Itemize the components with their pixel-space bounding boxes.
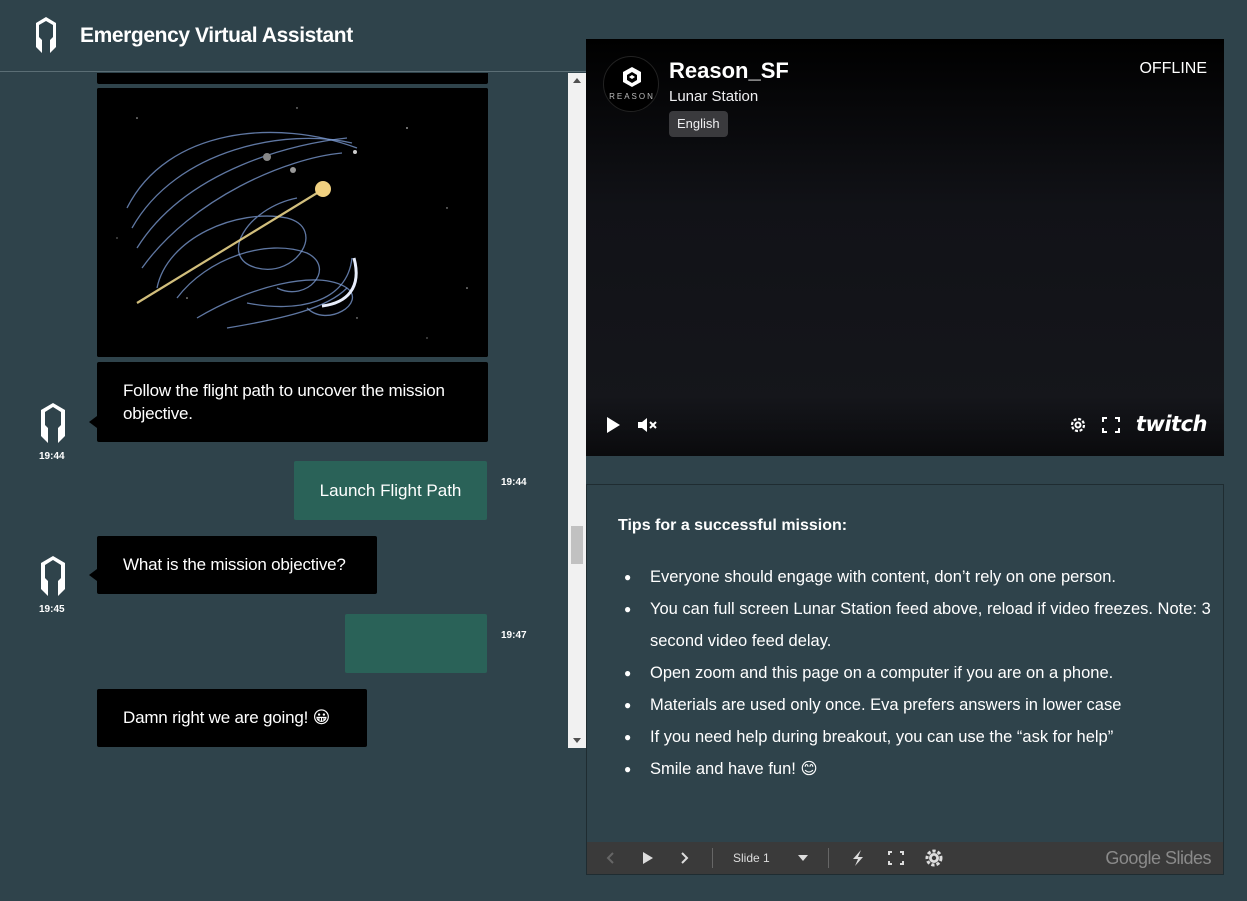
message-timestamp: 19:44 <box>39 451 65 462</box>
fullscreen-icon <box>888 851 904 865</box>
tip-item: Materials are used only once. Eva prefer… <box>624 689 1214 721</box>
bot-message: What is the mission objective? <box>97 536 377 594</box>
message-timestamp: 19:47 <box>501 630 527 641</box>
message-timestamp: 19:44 <box>501 477 527 488</box>
scroll-thumb[interactable] <box>571 526 583 564</box>
app-header: Emergency Virtual Assistant <box>0 0 586 72</box>
play-icon <box>643 852 653 864</box>
play-icon[interactable] <box>605 416 621 434</box>
next-slide-button[interactable] <box>674 842 696 874</box>
mute-icon[interactable] <box>637 416 657 434</box>
tips-list: Everyone should engage with content, don… <box>624 561 1214 785</box>
flight-path-image <box>97 88 488 357</box>
chevron-left-icon <box>606 852 614 864</box>
tip-item: Open zoom and this page on a computer if… <box>624 657 1214 689</box>
reason-logo-icon <box>623 67 641 87</box>
twitch-player[interactable]: REASON Reason_SF Lunar Station English O… <box>586 39 1224 456</box>
user-message <box>345 614 487 673</box>
channel-game[interactable]: Lunar Station <box>669 88 758 105</box>
settings-button[interactable] <box>922 842 946 874</box>
channel-brand-text: REASON <box>609 92 655 101</box>
previous-slide-button[interactable] <box>599 842 621 874</box>
channel-name[interactable]: Reason_SF <box>669 58 789 84</box>
assistant-avatar-icon <box>41 403 65 443</box>
chevron-right-icon <box>681 852 689 864</box>
app-title: Emergency Virtual Assistant <box>80 24 353 47</box>
scroll-up-icon[interactable] <box>573 78 581 83</box>
chat-scrollbar[interactable] <box>568 73 586 748</box>
slide-title: Tips for a successful mission: <box>618 517 848 534</box>
scroll-down-icon[interactable] <box>573 738 581 743</box>
bubble-tail <box>89 569 97 581</box>
slide-selector[interactable]: Slide 1 <box>733 842 770 874</box>
tip-item: If you need help during breakout, you ca… <box>624 721 1214 753</box>
link-icon <box>853 850 863 866</box>
link-button[interactable] <box>847 842 869 874</box>
channel-avatar[interactable]: REASON <box>603 56 659 112</box>
message-timestamp: 19:45 <box>39 604 65 615</box>
chat-thread[interactable]: Follow the flight path to uncover the mi… <box>0 73 586 748</box>
toolbar-divider <box>828 848 829 868</box>
orbit-illustration <box>97 88 488 357</box>
bubble-tail <box>89 416 97 428</box>
google-slides-logo[interactable]: Google Slides <box>1105 848 1211 869</box>
stream-status: OFFLINE <box>1139 60 1207 77</box>
assistant-avatar-icon <box>41 556 65 596</box>
play-slideshow-button[interactable] <box>637 842 659 874</box>
bot-message: Follow the flight path to uncover the mi… <box>97 362 488 442</box>
previous-message-bubble <box>97 73 488 84</box>
fullscreen-button[interactable] <box>885 842 907 874</box>
toolbar-divider <box>712 848 713 868</box>
chevron-down-icon <box>798 855 808 861</box>
app-logo-icon <box>36 17 56 53</box>
tip-item: Everyone should engage with content, don… <box>624 561 1214 593</box>
language-tag[interactable]: English <box>669 111 728 137</box>
tip-item: You can full screen Lunar Station feed a… <box>624 593 1214 657</box>
tip-item: Smile and have fun! 😊 <box>624 753 1214 785</box>
user-message: Launch Flight Path <box>294 461 487 520</box>
slides-embed[interactable]: Tips for a successful mission: Everyone … <box>586 484 1224 875</box>
player-controls: twitch <box>586 396 1224 456</box>
slide-dropdown-button[interactable] <box>793 842 813 874</box>
bot-message: Damn right we are going! 😀 <box>97 689 367 747</box>
gear-icon <box>925 849 943 867</box>
settings-icon[interactable] <box>1069 416 1087 434</box>
twitch-logo[interactable]: twitch <box>1136 412 1208 436</box>
slides-toolbar: Slide 1 Google Slides <box>587 842 1223 874</box>
fullscreen-icon[interactable] <box>1102 417 1120 433</box>
